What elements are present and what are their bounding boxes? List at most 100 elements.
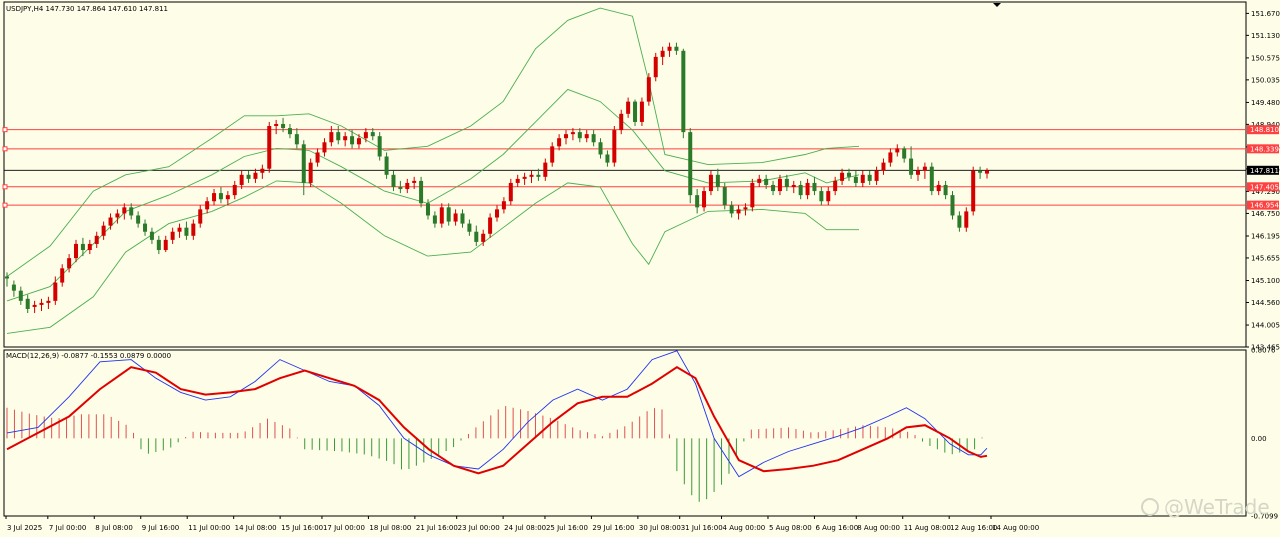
candle-body bbox=[122, 207, 127, 214]
trading-chart[interactable]: 151.670151.130150.575150.035149.480148.9… bbox=[0, 0, 1280, 537]
time-tick-label: 5 Aug 08:00 bbox=[769, 524, 812, 532]
candle-body bbox=[543, 162, 548, 177]
candle-body bbox=[764, 178, 769, 185]
candle-body bbox=[805, 182, 810, 196]
candle-body bbox=[232, 184, 237, 196]
candle-body bbox=[964, 211, 969, 228]
candle-body bbox=[985, 170, 989, 174]
candle-body bbox=[812, 182, 817, 192]
candle-body bbox=[867, 174, 872, 181]
current-price-label: 147.811 bbox=[1250, 167, 1279, 175]
candle-body bbox=[515, 178, 520, 183]
candle-body bbox=[377, 136, 382, 157]
time-tick-label: 24 Jul 08:00 bbox=[504, 524, 546, 532]
candle-body bbox=[619, 113, 624, 131]
macd-title: MACD(12,26,9) -0.0877 -0.1553 0.0879 0.0… bbox=[6, 352, 171, 360]
candle-body bbox=[101, 225, 106, 236]
candle-body bbox=[771, 184, 776, 192]
candle-body bbox=[191, 223, 196, 236]
candle-body bbox=[488, 217, 493, 234]
candle-body bbox=[915, 170, 920, 175]
time-tick-label: 30 Jul 08:00 bbox=[639, 524, 681, 532]
candle-body bbox=[460, 213, 465, 224]
candle-body bbox=[522, 176, 527, 179]
candle-body bbox=[39, 302, 44, 305]
candle-body bbox=[432, 215, 437, 224]
time-tick-label: 29 Jul 16:00 bbox=[592, 524, 634, 532]
price-tick-label: 150.035 bbox=[1251, 76, 1280, 84]
time-tick-label: 31 Jul 16:00 bbox=[681, 524, 723, 532]
chart-background bbox=[0, 0, 1280, 537]
candle-body bbox=[481, 233, 486, 242]
candle-body bbox=[536, 174, 541, 177]
candle-body bbox=[557, 138, 562, 147]
time-tick-label: 14 Jul 08:00 bbox=[235, 524, 277, 532]
candle-body bbox=[902, 148, 907, 159]
time-tick-label: 7 Jul 00:00 bbox=[49, 524, 87, 532]
candle-body bbox=[598, 142, 603, 155]
candle-body bbox=[419, 180, 424, 204]
time-tick-label: 14 Aug 00:00 bbox=[992, 524, 1039, 532]
candle-body bbox=[853, 176, 858, 183]
candle-body bbox=[674, 46, 679, 51]
candle-body bbox=[198, 209, 203, 224]
candle-body bbox=[294, 134, 299, 145]
candle-body bbox=[681, 50, 686, 133]
candle-body bbox=[750, 182, 755, 208]
candle-body bbox=[722, 187, 727, 206]
candle-body bbox=[495, 209, 499, 218]
candle-body bbox=[777, 178, 782, 192]
time-tick-label: 8 Aug 00:00 bbox=[857, 524, 900, 532]
candle-body bbox=[895, 148, 900, 153]
candle-body bbox=[909, 158, 914, 175]
candle-body bbox=[564, 134, 569, 139]
candle-body bbox=[612, 130, 617, 163]
candle-body bbox=[798, 184, 803, 196]
candle-body bbox=[11, 284, 16, 291]
candle-body bbox=[143, 223, 148, 232]
candle-body bbox=[888, 152, 893, 163]
candle-body bbox=[87, 243, 92, 251]
price-tick-label: 146.750 bbox=[1251, 210, 1280, 218]
time-tick-label: 21 Jul 16:00 bbox=[416, 524, 458, 532]
candle-body bbox=[356, 138, 361, 145]
candle-body bbox=[308, 162, 313, 183]
candle-body bbox=[177, 227, 182, 232]
candle-body bbox=[329, 132, 334, 143]
time-tick-label: 23 Jul 00:00 bbox=[458, 524, 500, 532]
candle-body bbox=[702, 191, 707, 208]
level-anchor-icon bbox=[2, 127, 8, 133]
candle-body bbox=[412, 180, 417, 183]
candle-body bbox=[67, 258, 72, 269]
candle-body bbox=[957, 215, 962, 228]
candle-body bbox=[501, 201, 506, 210]
candle-body bbox=[570, 132, 575, 135]
candle-body bbox=[819, 191, 824, 202]
candle-body bbox=[550, 146, 555, 163]
candle-body bbox=[391, 174, 396, 188]
candle-body bbox=[646, 77, 651, 102]
candle-body bbox=[653, 56, 658, 78]
time-tick-label: 11 Jul 00:00 bbox=[188, 524, 230, 532]
candle-body bbox=[688, 132, 693, 196]
time-tick-label: 17 Jul 00:00 bbox=[323, 524, 365, 532]
candle-body bbox=[218, 193, 223, 200]
level-anchor-icon bbox=[2, 146, 8, 152]
candle-body bbox=[343, 136, 348, 141]
candle-body bbox=[287, 128, 292, 135]
candle-body bbox=[922, 166, 927, 171]
price-tick-label: 145.655 bbox=[1251, 254, 1280, 262]
candle-body bbox=[398, 187, 403, 190]
candle-body bbox=[943, 184, 948, 196]
time-tick-label: 8 Jul 08:00 bbox=[95, 524, 133, 532]
candle-body bbox=[453, 213, 458, 222]
price-tick-label: 144.005 bbox=[1251, 322, 1280, 330]
candle-body bbox=[881, 162, 886, 171]
symbol-info: USDJPY,H4 147.730 147.864 147.610 147.81… bbox=[6, 5, 168, 13]
candle-body bbox=[826, 191, 831, 202]
candle-body bbox=[784, 178, 789, 188]
candle-body bbox=[978, 170, 983, 173]
time-tick-label: 18 Jul 08:00 bbox=[369, 524, 411, 532]
candle-body bbox=[281, 123, 286, 129]
price-tick-label: 150.575 bbox=[1251, 54, 1280, 62]
